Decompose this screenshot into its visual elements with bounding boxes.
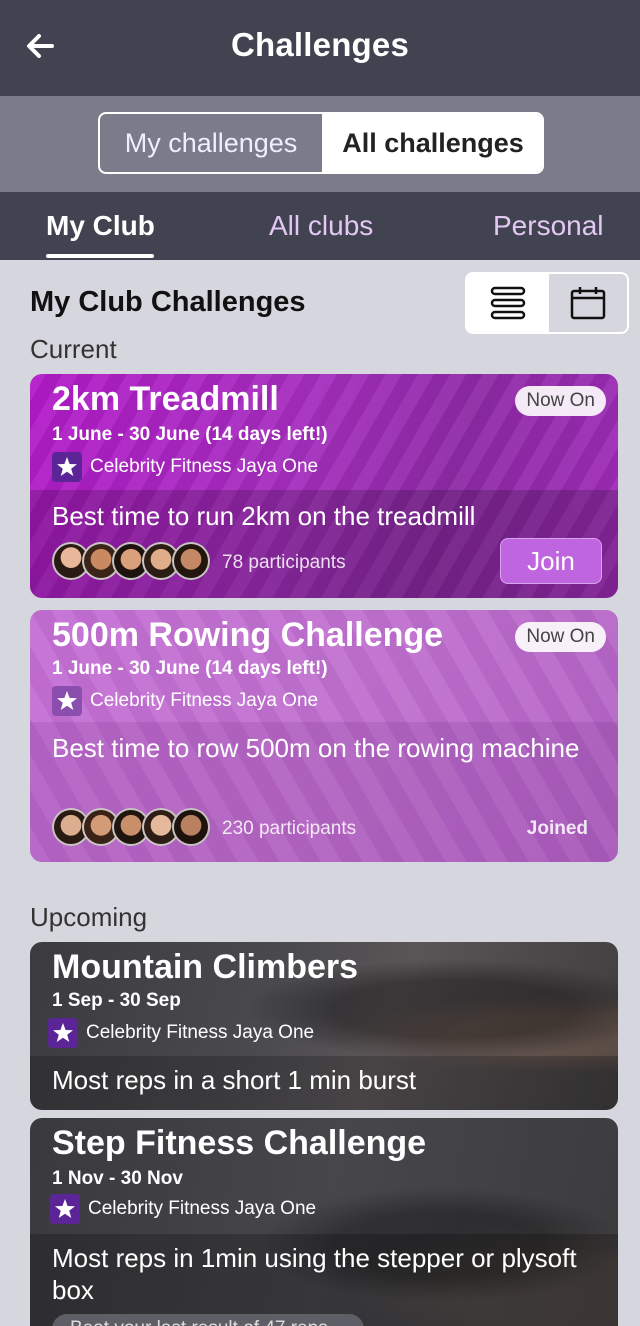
club-name: Celebrity Fitness Jaya One [88,1198,317,1219]
club-tabs: My Club All clubs Personal [0,192,640,260]
calendar-view-button[interactable] [548,274,627,332]
avatar [172,542,210,580]
club-logo-icon [52,452,82,482]
card-description: Most reps in a short 1 min burst [52,1065,417,1095]
segment-all-challenges[interactable]: All challenges [322,114,542,172]
view-toggle [465,272,629,334]
challenge-card-step-fitness[interactable]: Step Fitness Challenge 1 Nov - 30 Nov Ce… [30,1118,618,1326]
list-view-button[interactable] [467,274,549,332]
card-dates: 1 June - 30 June (14 days left!) [52,658,328,679]
avatar [172,808,210,846]
club-name: Celebrity Fitness Jaya One [86,1022,315,1043]
tab-all-clubs[interactable]: All clubs [269,210,373,242]
participant-count: 78 participants [222,552,346,573]
card-title: Mountain Climbers [52,948,359,986]
club-logo-icon [48,1018,78,1048]
card-dates: 1 Sep - 30 Sep [52,990,181,1011]
join-button[interactable]: Join [500,538,602,584]
club-name: Celebrity Fitness Jaya One [90,690,319,711]
joined-status: Joined [526,818,588,839]
section-title: My Club Challenges [30,286,306,318]
segment-my-challenges[interactable]: My challenges [100,114,322,172]
participant-avatars [52,542,210,580]
tab-personal[interactable]: Personal [493,210,604,242]
participant-avatars [52,808,210,846]
card-club: Celebrity Fitness Jaya One [52,686,318,716]
tab-my-club[interactable]: My Club [46,210,155,242]
current-label: Current [30,334,117,364]
status-badge: Now On [515,386,606,416]
challenge-card-rowing[interactable]: 500m Rowing Challenge Now On 1 June - 30… [30,610,618,862]
status-badge: Now On [515,622,606,652]
card-title: 2km Treadmill [52,380,279,418]
card-description: Most reps in 1min using the stepper or p… [52,1243,577,1305]
challenges-segmented-control: My challenges All challenges [98,112,544,174]
active-tab-indicator [46,254,154,258]
club-logo-icon [52,686,82,716]
club-name: Celebrity Fitness Jaya One [90,456,319,477]
calendar-icon [570,287,606,320]
card-dates: 1 Nov - 30 Nov [52,1168,183,1189]
card-description: Best time to row 500m on the rowing mach… [52,733,580,763]
card-dates: 1 June - 30 June (14 days left!) [52,424,328,445]
challenge-card-mountain-climbers[interactable]: Mountain Climbers 1 Sep - 30 Sep Celebri… [30,942,618,1110]
participant-count: 230 participants [222,818,357,839]
card-description: Best time to run 2km on the treadmill [52,501,476,531]
card-club: Celebrity Fitness Jaya One [52,452,318,482]
card-title: Step Fitness Challenge [52,1124,427,1162]
last-result-pill: Beat your last result of 47 reps [52,1314,364,1326]
upcoming-label: Upcoming [30,902,148,932]
card-title: 500m Rowing Challenge [52,616,444,654]
page-title: Challenges [230,26,410,63]
club-logo-icon [50,1194,80,1224]
card-club: Celebrity Fitness Jaya One [50,1194,316,1224]
segment-bar: My challenges All challenges [0,96,640,192]
card-club: Celebrity Fitness Jaya One [48,1018,314,1048]
top-bar: Challenges [0,0,640,96]
challenge-card-treadmill[interactable]: 2km Treadmill Now On 1 June - 30 June (1… [30,374,618,598]
list-icon [490,286,526,320]
